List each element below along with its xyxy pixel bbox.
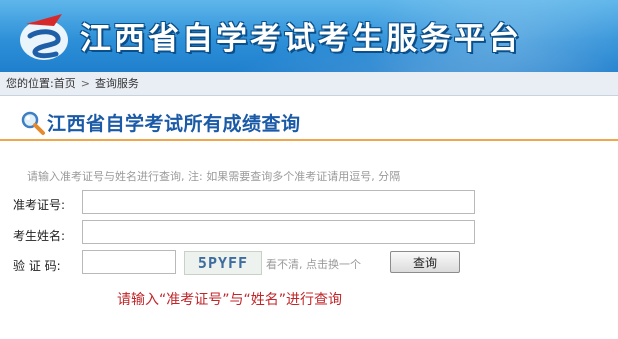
- query-button[interactable]: 查询: [390, 251, 460, 273]
- breadcrumb-home-link[interactable]: 首页: [54, 77, 76, 90]
- candidate-name-label: 考生姓名:: [13, 229, 66, 243]
- breadcrumb-prefix: 您的位置:: [6, 77, 54, 90]
- validation-message: 请输入“准考证号”与“姓名”进行查询: [117, 292, 343, 308]
- site-title: 江西省自学考试考生服务平台: [80, 21, 522, 57]
- ticket-number-input[interactable]: [82, 190, 475, 214]
- verification-code-input[interactable]: [82, 250, 176, 274]
- breadcrumb-separator: >: [80, 77, 90, 90]
- captcha-image[interactable]: 5PYFF: [184, 251, 262, 275]
- form-hint: 请输入准考证号与姓名进行查询, 注: 如果需要查询多个准考证请用逗号, 分隔: [27, 170, 401, 183]
- breadcrumb: 您的位置:首页 > 查询服务: [0, 72, 618, 96]
- magnifier-icon: [21, 111, 45, 135]
- page-heading: 江西省自学考试所有成绩查询: [0, 96, 618, 141]
- verification-code-label: 验 证 码:: [13, 259, 61, 273]
- breadcrumb-current: 查询服务: [94, 77, 139, 90]
- captcha-refresh-link[interactable]: 看不清, 点击换一个: [266, 256, 361, 272]
- ticket-number-label: 准考证号:: [13, 198, 66, 212]
- header-banner: 江西省自学考试考生服务平台: [0, 0, 618, 72]
- candidate-name-input[interactable]: [82, 220, 475, 244]
- page-title: 江西省自学考试所有成绩查询: [47, 113, 301, 135]
- logo-icon: [20, 14, 68, 60]
